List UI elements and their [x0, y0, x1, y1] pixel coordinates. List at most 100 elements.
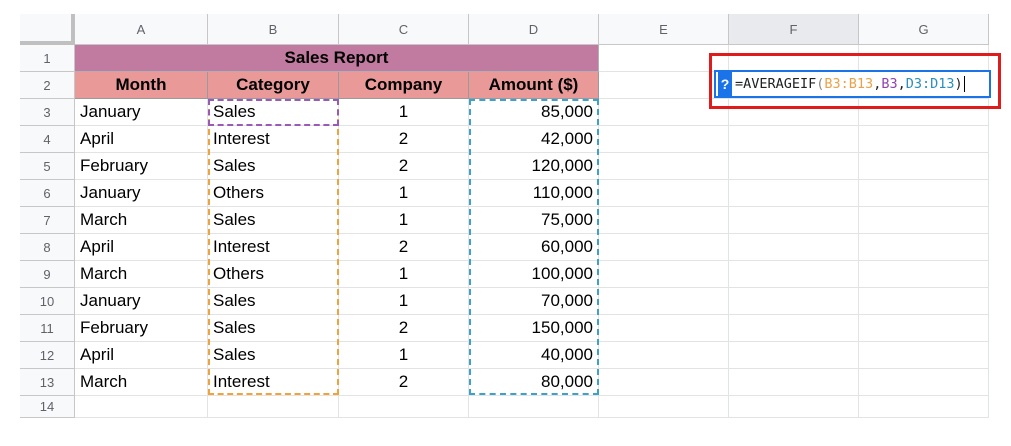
cell-d10[interactable]: 70,000: [469, 288, 599, 315]
cell-e6[interactable]: [599, 180, 729, 207]
cell-d9[interactable]: 100,000: [469, 261, 599, 288]
formula-help-icon[interactable]: ?: [718, 72, 732, 96]
cell-c14[interactable]: [339, 396, 469, 418]
cell-g5[interactable]: [859, 153, 989, 180]
row-header-1[interactable]: 1: [20, 45, 75, 72]
column-header-e[interactable]: E: [599, 14, 729, 45]
row-header-3[interactable]: 3: [20, 99, 75, 126]
cell-f13[interactable]: [729, 369, 859, 396]
cell-f10[interactable]: [729, 288, 859, 315]
cell-f6[interactable]: [729, 180, 859, 207]
cell-a8[interactable]: April: [75, 234, 208, 261]
row-header-8[interactable]: 8: [20, 234, 75, 261]
cell-f11[interactable]: [729, 315, 859, 342]
header-company[interactable]: Company: [339, 72, 469, 99]
cell-b3[interactable]: Sales: [208, 99, 339, 126]
cell-g10[interactable]: [859, 288, 989, 315]
cell-b8[interactable]: Interest: [208, 234, 339, 261]
cell-g9[interactable]: [859, 261, 989, 288]
cell-b7[interactable]: Sales: [208, 207, 339, 234]
formula-text[interactable]: =AVERAGEIF(B3:B13,B3,D3:D13): [735, 76, 965, 92]
cell-d3[interactable]: 85,000: [469, 99, 599, 126]
cell-a10[interactable]: January: [75, 288, 208, 315]
cell-g6[interactable]: [859, 180, 989, 207]
row-header-10[interactable]: 10: [20, 288, 75, 315]
cell-f7[interactable]: [729, 207, 859, 234]
cell-e5[interactable]: [599, 153, 729, 180]
cell-c3[interactable]: 1: [339, 99, 469, 126]
cell-g11[interactable]: [859, 315, 989, 342]
cell-a12[interactable]: April: [75, 342, 208, 369]
row-header-13[interactable]: 13: [20, 369, 75, 396]
cell-f5[interactable]: [729, 153, 859, 180]
cell-b14[interactable]: [208, 396, 339, 418]
formula-cell-editor[interactable]: ? =AVERAGEIF(B3:B13,B3,D3:D13): [714, 70, 991, 98]
cell-e12[interactable]: [599, 342, 729, 369]
cell-d13[interactable]: 80,000: [469, 369, 599, 396]
cell-a5[interactable]: February: [75, 153, 208, 180]
cell-e9[interactable]: [599, 261, 729, 288]
cell-c8[interactable]: 2: [339, 234, 469, 261]
cell-c4[interactable]: 2: [339, 126, 469, 153]
column-header-g[interactable]: G: [859, 14, 989, 45]
cell-d8[interactable]: 60,000: [469, 234, 599, 261]
column-header-d[interactable]: D: [469, 14, 599, 45]
cell-b4[interactable]: Interest: [208, 126, 339, 153]
cell-c5[interactable]: 2: [339, 153, 469, 180]
cell-b6[interactable]: Others: [208, 180, 339, 207]
row-header-2[interactable]: 2: [20, 72, 75, 99]
cell-d6[interactable]: 110,000: [469, 180, 599, 207]
cell-f14[interactable]: [729, 396, 859, 418]
cell-a11[interactable]: February: [75, 315, 208, 342]
cell-f9[interactable]: [729, 261, 859, 288]
cell-b12[interactable]: Sales: [208, 342, 339, 369]
column-header-c[interactable]: C: [339, 14, 469, 45]
spreadsheet-grid[interactable]: ABCDEFG 1 2 3 4 5 6 7 8 9 10 11 12 13 14 January Sales…: [0, 0, 1011, 446]
cell-a6[interactable]: January: [75, 180, 208, 207]
select-all-corner[interactable]: [20, 14, 75, 45]
header-month[interactable]: Month: [75, 72, 208, 99]
cell-b13[interactable]: Interest: [208, 369, 339, 396]
column-header-f[interactable]: F: [729, 14, 859, 45]
row-header-5[interactable]: 5: [20, 153, 75, 180]
cell-b9[interactable]: Others: [208, 261, 339, 288]
cell-b5[interactable]: Sales: [208, 153, 339, 180]
cell-a3[interactable]: January: [75, 99, 208, 126]
header-category[interactable]: Category: [208, 72, 339, 99]
cell-g13[interactable]: [859, 369, 989, 396]
cell-d4[interactable]: 42,000: [469, 126, 599, 153]
cell-e4[interactable]: [599, 126, 729, 153]
cell-f8[interactable]: [729, 234, 859, 261]
cell-c7[interactable]: 1: [339, 207, 469, 234]
cell-a13[interactable]: March: [75, 369, 208, 396]
cell-g7[interactable]: [859, 207, 989, 234]
cell-g12[interactable]: [859, 342, 989, 369]
column-header-a[interactable]: A: [75, 14, 208, 45]
cell-f4[interactable]: [729, 126, 859, 153]
row-header-4[interactable]: 4: [20, 126, 75, 153]
cell-f12[interactable]: [729, 342, 859, 369]
cell-e13[interactable]: [599, 369, 729, 396]
cell-a4[interactable]: April: [75, 126, 208, 153]
row-header-11[interactable]: 11: [20, 315, 75, 342]
cell-d11[interactable]: 150,000: [469, 315, 599, 342]
cell-c12[interactable]: 1: [339, 342, 469, 369]
row-header-9[interactable]: 9: [20, 261, 75, 288]
cell-c13[interactable]: 2: [339, 369, 469, 396]
cell-e8[interactable]: [599, 234, 729, 261]
cell-b11[interactable]: Sales: [208, 315, 339, 342]
header-amount[interactable]: Amount ($): [469, 72, 599, 99]
cell-c9[interactable]: 1: [339, 261, 469, 288]
cell-e14[interactable]: [599, 396, 729, 418]
cell-a7[interactable]: March: [75, 207, 208, 234]
title-cell[interactable]: Sales Report: [75, 45, 599, 72]
cell-e11[interactable]: [599, 315, 729, 342]
cell-c10[interactable]: 1: [339, 288, 469, 315]
cell-b10[interactable]: Sales: [208, 288, 339, 315]
cell-e10[interactable]: [599, 288, 729, 315]
row-header-7[interactable]: 7: [20, 207, 75, 234]
cell-d5[interactable]: 120,000: [469, 153, 599, 180]
row-header-14[interactable]: 14: [20, 396, 75, 418]
cell-d12[interactable]: 40,000: [469, 342, 599, 369]
row-header-6[interactable]: 6: [20, 180, 75, 207]
